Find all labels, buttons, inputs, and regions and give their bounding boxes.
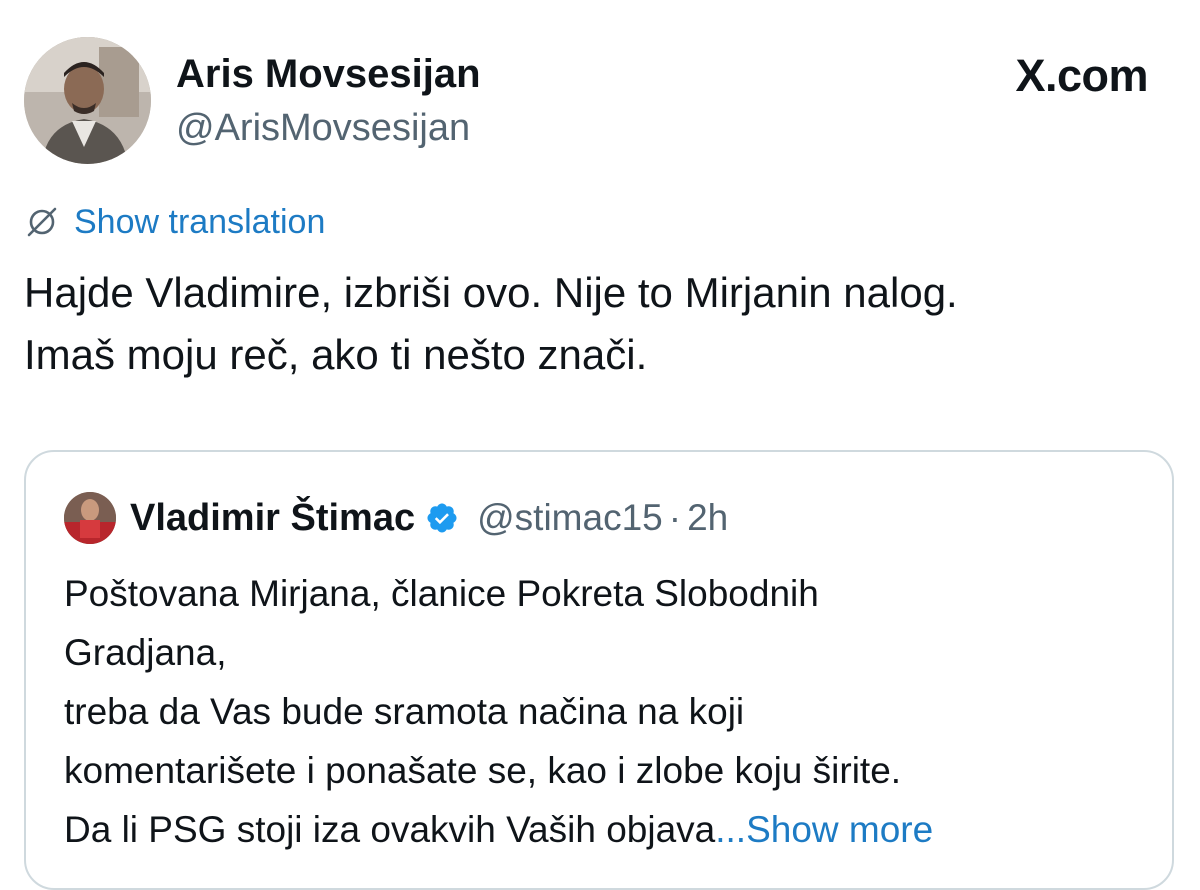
quoted-text-line: Poštovana Mirjana, članice Pokreta Slobo… [64, 573, 819, 614]
author-handle[interactable]: @ArisMovsesijan [176, 104, 470, 152]
quoted-tweet-header: Vladimir Štimac @stimac15 · 2h [64, 492, 728, 544]
verified-badge-icon [427, 503, 457, 533]
quoted-text-line: Gradjana, [64, 632, 227, 673]
show-more-link[interactable]: Show more [746, 809, 933, 850]
quoted-tweet-text: Poštovana Mirjana, članice Pokreta Slobo… [64, 564, 1144, 859]
header-separator: · [668, 497, 682, 538]
quoted-text-line: komentarišete i ponašate se, kao i zlobe… [64, 750, 902, 791]
quoted-text-last-line: Da li PSG stoji iza ovakvih Vaših objava… [64, 800, 1144, 859]
tweet-text: Hajde Vladimire, izbriši ovo. Nije to Mi… [24, 262, 1174, 386]
show-translation-button[interactable]: Show translation [24, 202, 325, 242]
globe-slash-icon [27, 207, 57, 237]
quoted-text-line: treba da Vas bude sramota načina na koji [64, 691, 745, 732]
x-com-logo: X.com [1015, 50, 1148, 101]
ellipsis: ... [715, 809, 747, 850]
tweet-text-line: Hajde Vladimire, izbriši ovo. Nije to Mi… [24, 269, 958, 316]
quoted-author-name[interactable]: Vladimir Štimac [130, 492, 415, 544]
quoted-text-line: Da li PSG stoji iza ovakvih Vaših objava [64, 809, 716, 850]
quoted-author-avatar[interactable] [64, 492, 116, 544]
show-translation-label: Show translation [74, 202, 326, 241]
quoted-tweet-card[interactable]: Vladimir Štimac @stimac15 · 2h Poštovana… [24, 450, 1174, 890]
quoted-tweet-timestamp[interactable]: 2h [687, 492, 728, 544]
quoted-author-avatar-image [64, 492, 116, 544]
author-avatar[interactable] [24, 37, 151, 164]
author-name[interactable]: Aris Movsesijan [176, 50, 481, 98]
author-avatar-image [24, 37, 151, 164]
tweet-text-line: Imaš moju reč, ako ti nešto znači. [24, 331, 648, 378]
quoted-author-handle[interactable]: @stimac15 [477, 492, 663, 544]
